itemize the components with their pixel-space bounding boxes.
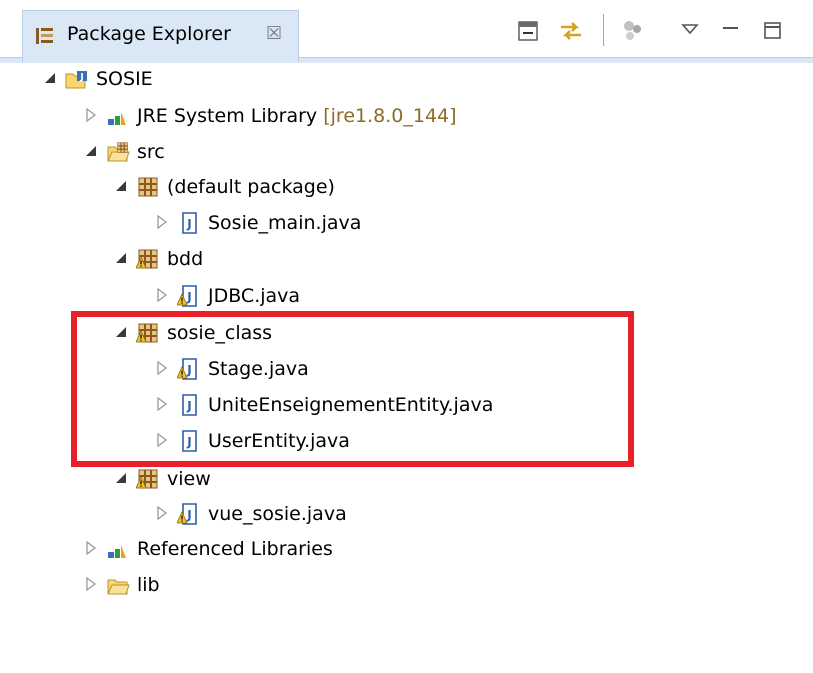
java-project-icon: J [65, 71, 87, 89]
collapsed-twistie-icon[interactable] [84, 577, 98, 591]
expanded-twistie-icon[interactable] [114, 325, 128, 339]
collapsed-twistie-icon[interactable] [84, 108, 98, 122]
tree-label-package: bdd [167, 248, 204, 270]
expanded-twistie-icon[interactable] [114, 251, 128, 265]
package-warning-icon [136, 323, 158, 343]
package-explorer-icon [35, 26, 55, 46]
java-file-warning-icon [177, 285, 197, 307]
tree-label-file: UniteEnseignementEntity.java [208, 394, 494, 416]
folder-icon [107, 579, 130, 595]
tree-label-package: view [167, 468, 211, 490]
maximize-icon[interactable] [760, 18, 786, 44]
tree-label-file: Sosie_main.java [208, 212, 362, 234]
java-file-icon [182, 212, 197, 234]
package-warning-icon [136, 249, 158, 269]
source-folder-icon [107, 142, 130, 162]
tree-label-package: sosie_class [167, 322, 273, 344]
java-file-warning-icon [177, 358, 197, 380]
expanded-twistie-icon[interactable] [114, 179, 128, 193]
collapse-all-icon[interactable] [515, 18, 541, 44]
close-icon[interactable]: ☒ [266, 23, 282, 44]
tree-label-src: src [137, 141, 165, 163]
link-editor-icon[interactable] [558, 18, 584, 44]
collapsed-twistie-icon[interactable] [155, 361, 169, 375]
tab-package-explorer[interactable]: Package Explorer ☒ [22, 10, 299, 62]
tab-title: Package Explorer [67, 23, 231, 45]
jre-version-qualifier: [jre1.8.0_144] [323, 105, 457, 127]
tree-label-default-package: (default package) [167, 176, 335, 198]
expanded-twistie-icon[interactable] [114, 471, 128, 485]
library-icon [108, 112, 126, 125]
focus-task-icon[interactable] [620, 18, 646, 44]
java-file-warning-icon [177, 503, 197, 525]
tree-label-file: Stage.java [208, 358, 309, 380]
java-file-icon [182, 394, 197, 416]
collapsed-twistie-icon[interactable] [155, 506, 169, 520]
collapsed-twistie-icon[interactable] [155, 215, 169, 229]
chevron-down-icon[interactable] [678, 18, 704, 44]
collapsed-twistie-icon[interactable] [155, 433, 169, 447]
package-warning-icon [136, 469, 158, 489]
expanded-twistie-icon[interactable] [84, 144, 98, 158]
tree-label-project: SOSIE [96, 68, 153, 90]
package-icon [138, 177, 158, 197]
library-icon [108, 545, 126, 558]
view-tab-bar: Package Explorer ☒ [0, 0, 813, 63]
tree-label-file: JDBC.java [208, 285, 301, 307]
tree-label-lib: lib [137, 574, 160, 596]
toolbar-separator [603, 14, 604, 46]
java-file-icon [182, 430, 197, 452]
tree-label-jre: JRE System Library [137, 105, 318, 127]
collapsed-twistie-icon[interactable] [84, 541, 98, 555]
tree-label-file: vue_sosie.java [208, 503, 347, 525]
collapsed-twistie-icon[interactable] [155, 397, 169, 411]
collapsed-twistie-icon[interactable] [155, 288, 169, 302]
tree-label-referenced-libraries: Referenced Libraries [137, 538, 333, 560]
expanded-twistie-icon[interactable] [43, 71, 57, 85]
tree-label-file: UserEntity.java [208, 430, 350, 452]
minimize-icon[interactable] [718, 18, 744, 44]
svg-text:J: J [79, 73, 83, 83]
